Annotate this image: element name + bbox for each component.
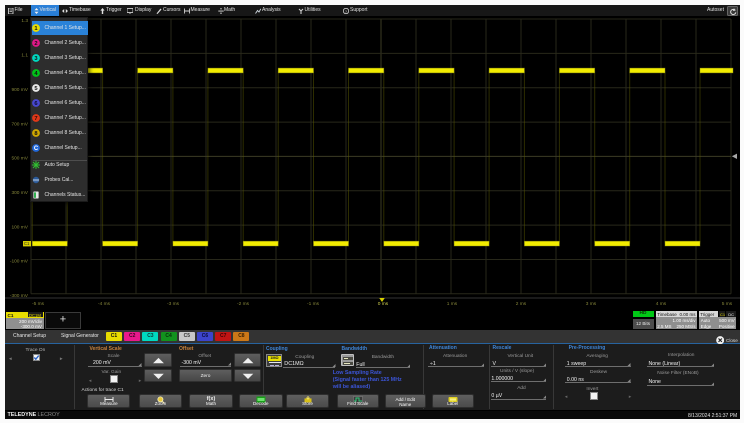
svg-text:900 mV: 900 mV [11,87,28,93]
svg-text:300 mV: 300 mV [11,190,28,196]
svg-text:C1: C1 [24,241,30,246]
svg-text:-100 mV: -100 mV [10,259,29,265]
svg-text:700 mV: 700 mV [11,121,28,127]
svg-text:1 ms: 1 ms [447,301,458,307]
svg-text:-2 ms: -2 ms [237,301,250,307]
svg-text:-1 ms: -1 ms [307,301,320,307]
svg-text:500 mV: 500 mV [11,156,28,162]
svg-text:2: 2 [34,41,37,47]
svg-text:1.1: 1.1 [21,53,28,59]
svg-text:5 ms: 5 ms [722,301,733,307]
svg-text:7: 7 [34,116,37,122]
svg-text:100 mV: 100 mV [11,224,28,230]
svg-text:1.3: 1.3 [21,18,28,24]
svg-text:4 ms: 4 ms [656,301,667,307]
svg-text:-5 ms: -5 ms [32,301,45,307]
svg-text:-3 ms: -3 ms [167,301,180,307]
svg-text:0 ms: 0 ms [378,301,389,307]
svg-text:3 ms: 3 ms [586,301,597,307]
svg-text:2 ms: 2 ms [516,301,527,307]
svg-text:-300 mV: -300 mV [10,293,29,299]
svg-text:-4 ms: -4 ms [98,301,111,307]
svg-text:C: C [34,146,39,152]
